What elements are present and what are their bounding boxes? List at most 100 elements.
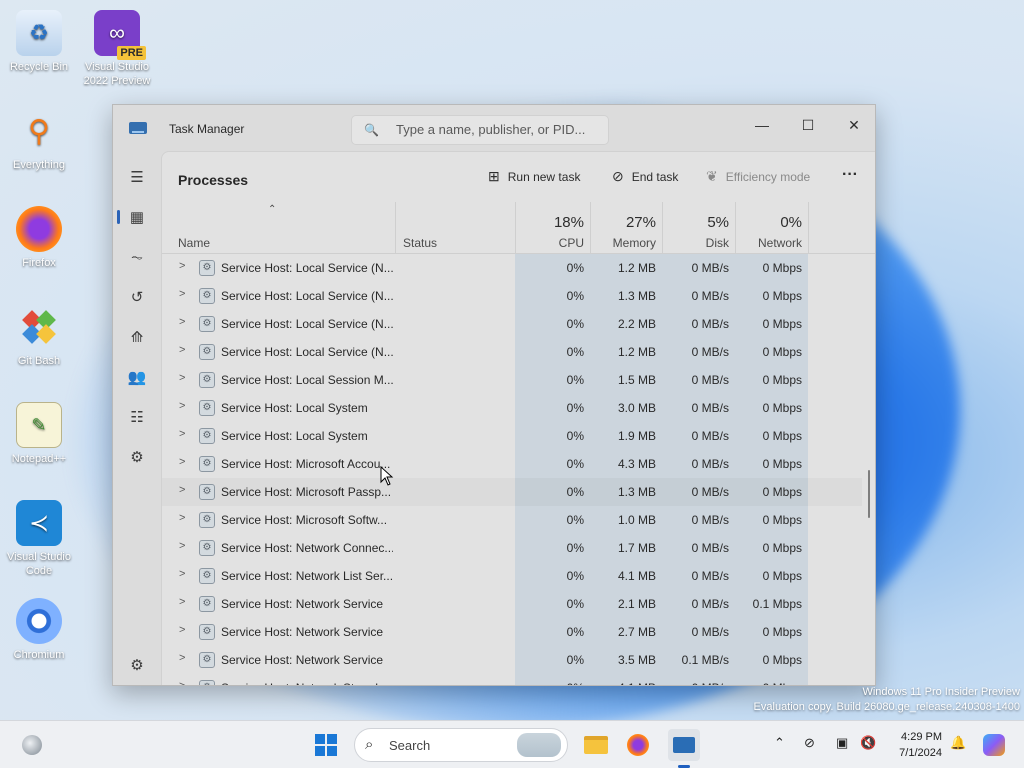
expand-chevron-icon[interactable]: > [179,568,185,580]
expand-chevron-icon[interactable]: > [179,680,185,685]
end-task-button[interactable]: ⊘ End task [612,168,678,185]
network-status-icon[interactable]: ⊘ [804,735,815,751]
show-hidden-icons-button[interactable]: ⌃ [774,735,785,751]
process-memory: 2.7 MB [617,625,656,639]
expand-chevron-icon[interactable]: > [179,260,185,272]
file-explorer-icon[interactable] [580,729,612,761]
expand-chevron-icon[interactable]: > [179,344,185,356]
column-header-name[interactable]: Name [178,236,210,250]
process-row[interactable]: > ⚙ Service Host: Local Service (N... 0% 1.2… [162,254,862,282]
process-row[interactable]: > ⚙ Service Host: Network Store In... 0%4.1… [162,674,862,685]
column-header-disk[interactable]: Disk [656,236,729,250]
process-row[interactable]: > ⚙ Service Host: Network Service 0% 2.1 MB 0… [162,590,862,618]
expand-chevron-icon[interactable]: > [179,596,185,608]
settings-icon[interactable]: ⚙ [121,651,153,679]
process-row[interactable]: > ⚙ Service Host: Network Service 0% 3.5 MB 0… [162,646,862,674]
column-header-network[interactable]: Network [729,236,802,250]
task-manager-icon [129,122,147,134]
expand-chevron-icon[interactable]: > [179,400,185,412]
process-row[interactable]: > ⚙ Service Host: Network Service 0% 2.7 MB 0… [162,618,862,646]
process-row[interactable]: > ⚙ Service Host: Local Service (N... 0% 2.2… [162,310,862,338]
taskbar-search[interactable]: ⌕ Search [354,728,568,762]
expand-chevron-icon[interactable]: > [179,372,185,384]
process-row[interactable]: > ⚙ Service Host: Local Service (N... 0% 1.2… [162,338,862,366]
desktop-icon-visual-studio[interactable]: ∞ PRE Visual Studio 2022 Preview [82,10,152,88]
efficiency-mode-button[interactable]: ❦ Efficiency mode [706,168,810,185]
process-network: 0 Mbps [762,625,802,639]
desktop-icon-notepad-plus-plus[interactable]: ✎ Notepad++ [4,402,74,466]
process-row[interactable]: > ⚙ Service Host: Local System 0% 3.0 MB 0 MB… [162,394,862,422]
desktop-icon-everything[interactable]: ⚲ Everything [4,108,74,172]
process-memory: 3.5 MB [617,653,656,667]
expand-chevron-icon[interactable]: > [179,428,185,440]
process-name: Service Host: Network Connec... [221,541,393,555]
process-row[interactable]: > ⚙ Service Host: Network List Ser... 0% 4.1… [162,562,862,590]
vertical-scrollbar[interactable] [868,470,870,518]
minimize-button[interactable]: — [739,111,785,139]
column-header-status[interactable]: Status [403,236,437,250]
process-name: Service Host: Network Service [221,597,384,611]
copilot-icon[interactable] [978,729,1010,761]
process-row[interactable]: > ⚙ Service Host: Local Service (N... 0% 1.3… [162,282,862,310]
desktop-icon-recycle-bin[interactable]: ♻ Recycle Bin [4,10,74,74]
services-icon[interactable]: ⚙ [121,443,153,471]
title-bar[interactable]: Task Manager 🔍 — ☐ ✕ [113,105,875,151]
performance-icon[interactable]: ⏦ [121,243,153,271]
display-icon[interactable]: ▣ [836,735,848,751]
hamburger-icon[interactable]: ☰ [121,163,153,191]
users-icon[interactable]: 👥 [121,363,153,391]
maximize-button[interactable]: ☐ [785,111,831,139]
column-header-memory[interactable]: Memory [584,236,656,250]
windows-logo-icon [315,734,337,756]
notifications-bell-icon[interactable]: 🔔 [950,735,966,751]
expand-chevron-icon[interactable]: > [179,316,185,328]
process-row[interactable]: > ⚙ Service Host: Local System 0% 1.9 MB 0 MB… [162,422,862,450]
watermark-edition: Windows 11 Pro Insider Preview [862,686,1020,698]
firefox-taskbar-icon[interactable] [622,729,654,761]
expand-chevron-icon[interactable]: > [179,540,185,552]
run-task-icon: ⊞ [488,168,500,184]
search-input[interactable] [396,122,596,137]
process-row[interactable]: > ⚙ Service Host: Microsoft Softw... 0% 1.0 … [162,506,862,534]
expand-chevron-icon[interactable]: > [179,288,185,300]
start-button[interactable] [310,729,342,761]
service-host-icon: ⚙ [199,260,215,276]
service-host-icon: ⚙ [199,568,215,584]
process-row[interactable]: > ⚙ Service Host: Local Session M... 0% 1.5 … [162,366,862,394]
process-row[interactable]: > ⚙ Service Host: Microsoft Accou... 0% 4.3 … [162,450,862,478]
process-disk: 0 MB/s [691,345,729,359]
task-manager-taskbar-icon[interactable] [668,729,700,761]
desktop-icon-vscode[interactable]: ≺ Visual Studio Code [4,500,74,578]
process-name: Service Host: Network Service [221,653,384,667]
service-host-icon: ⚙ [199,372,215,388]
process-network: 0 Mbps [762,289,802,303]
desktop-icon-chromium[interactable]: Chromium [4,598,74,662]
column-header-cpu[interactable]: CPU [515,236,584,250]
expand-chevron-icon[interactable]: > [179,624,185,636]
close-button[interactable]: ✕ [831,111,875,139]
details-icon[interactable]: ☷ [121,403,153,431]
process-disk: 0 MB/s [691,541,729,555]
expand-chevron-icon[interactable]: > [179,456,185,468]
process-disk: 0 MB/s [691,373,729,387]
audio-icon[interactable]: 🔇 [860,735,876,751]
expand-chevron-icon[interactable]: > [179,512,185,524]
widgets-icon[interactable] [16,729,48,761]
startup-apps-icon[interactable]: ⟰ [121,323,153,351]
desktop-icon-firefox[interactable]: Firefox [4,206,74,270]
expand-chevron-icon[interactable]: > [179,652,185,664]
search-box[interactable]: 🔍 [351,115,609,145]
expand-chevron-icon[interactable]: > [179,484,185,496]
app-history-icon[interactable]: ↺ [121,283,153,311]
run-new-task-button[interactable]: ⊞ Run new task [488,168,580,185]
process-row[interactable]: > ⚙ Service Host: Network Connec... 0% 1.7 M… [162,534,862,562]
processes-icon[interactable]: ▦ [117,203,153,231]
more-options-button[interactable]: ··· [842,166,858,184]
clock[interactable]: 4:29 PM 7/1/2024 [890,729,942,761]
window-title: Task Manager [169,122,245,136]
process-row[interactable]: > ⚙ Service Host: Microsoft Passp... 0% 1.3 … [162,478,862,506]
end-task-label: End task [631,169,679,184]
desktop-icon-label: Everything [13,159,65,171]
desktop-icon-label: Recycle Bin [9,61,69,73]
desktop-icon-git-bash[interactable]: Git Bash [4,304,74,368]
